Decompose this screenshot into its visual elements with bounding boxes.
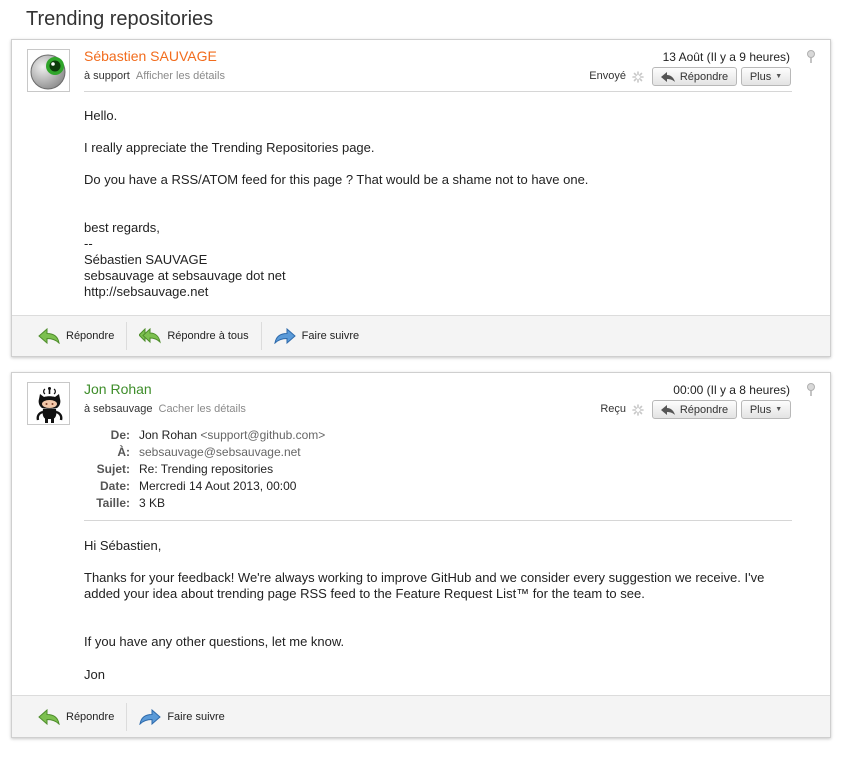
spinner-icon <box>632 404 644 416</box>
footer-reply-label: Répondre <box>66 330 115 342</box>
subject: Re: Trending repositories <box>139 462 274 476</box>
header-row-size: Taille: 3 KB <box>84 495 325 512</box>
reply-arrow-icon <box>660 71 675 82</box>
header-row-subject: Sujet: Re: Trending repositories <box>84 461 325 478</box>
reply-button-label: Répondre <box>679 70 729 83</box>
message-body: Hi Sébastien, Thanks for your feedback! … <box>84 538 784 683</box>
header-row-to: À: sebsauvage@sebsauvage.net <box>84 444 325 461</box>
more-button[interactable]: Plus ▼ <box>741 400 791 419</box>
body-line: Hello. <box>84 108 118 123</box>
message-actions: Répondre Faire suivre <box>12 695 830 737</box>
message-body: Hello. I really appreciate the Trending … <box>84 108 784 300</box>
message-date: 13 Août (Il y a 9 heures) <box>662 50 790 64</box>
recipient: à support <box>84 70 130 82</box>
body-line: Do you have a RSS/ATOM feed for this pag… <box>84 172 589 187</box>
message-date: 00:00 (Il y a 8 heures) <box>673 383 790 397</box>
status-label: Envoyé <box>589 70 626 82</box>
message-size: 3 KB <box>139 496 166 510</box>
footer-forward-button[interactable]: Faire suivre <box>260 322 371 350</box>
from-name: Jon Rohan <box>139 428 198 442</box>
sender-name[interactable]: Sébastien SAUVAGE <box>84 48 217 64</box>
forward-arrow-icon <box>273 328 296 344</box>
more-button[interactable]: Plus ▼ <box>741 67 791 86</box>
sender-name[interactable]: Jon Rohan <box>84 381 152 397</box>
forward-arrow-icon <box>139 708 162 725</box>
eye-ball-icon <box>30 54 66 90</box>
body-line: Hi Sébastien, <box>84 538 162 553</box>
footer-reply-button[interactable]: Répondre <box>26 703 126 731</box>
pin-icon[interactable] <box>806 383 816 397</box>
divider <box>84 91 792 92</box>
header-label: Date: <box>99 479 130 493</box>
more-button-label: Plus <box>749 70 772 83</box>
pin-icon[interactable] <box>806 50 816 64</box>
footer-reply-label: Répondre <box>66 710 115 723</box>
header-date: Mercredi 14 Aout 2013, 00:00 <box>139 479 297 493</box>
reply-button[interactable]: Répondre <box>652 400 737 419</box>
body-line[interactable]: http://sebsauvage.net <box>84 284 784 300</box>
header-label: À: <box>117 445 130 459</box>
octocat-icon <box>36 387 63 423</box>
message-headers: De: Jon Rohan <support@github.com> À: se… <box>84 427 325 512</box>
divider <box>84 520 792 521</box>
message-card: Sébastien SAUVAGE à support Afficher les … <box>11 39 831 357</box>
recipient-line: à support Afficher les détails <box>84 70 225 82</box>
body-line: Jon <box>84 667 105 682</box>
header-label: De: <box>110 428 130 442</box>
reply-button-label: Répondre <box>679 403 729 416</box>
reply-arrow-icon <box>38 328 60 344</box>
thread-title: Trending repositories <box>26 8 214 30</box>
body-line: Thanks for your feedback! We're always w… <box>84 570 765 601</box>
show-details-link[interactable]: Afficher les détails <box>136 70 225 82</box>
header-row-from: De: Jon Rohan <support@github.com> <box>84 427 326 444</box>
message-actions: Répondre Répondre à tous Faire suivre <box>12 315 830 356</box>
recipient-line: à sebsauvage Cacher les détails <box>84 403 246 415</box>
recipient: à sebsauvage <box>84 403 153 415</box>
chevron-down-icon: ▼ <box>775 73 783 80</box>
footer-forward-label: Faire suivre <box>167 710 225 723</box>
body-line: sebsauvage at sebsauvage dot net <box>84 268 286 283</box>
avatar[interactable] <box>27 49 70 92</box>
body-line: -- <box>84 236 93 251</box>
body-line: I really appreciate the Trending Reposit… <box>84 140 375 155</box>
footer-reply-all-button[interactable]: Répondre à tous <box>126 322 260 350</box>
body-line: If you have any other questions, let me … <box>84 634 345 649</box>
reply-button[interactable]: Répondre <box>652 67 737 86</box>
footer-forward-label: Faire suivre <box>301 330 360 342</box>
footer-forward-button[interactable]: Faire suivre <box>126 702 236 731</box>
header-label: Taille: <box>96 496 130 510</box>
reply-all-arrow-icon <box>139 328 162 344</box>
spinner-icon <box>632 71 644 83</box>
hide-details-link[interactable]: Cacher les détails <box>159 403 246 415</box>
body-line: best regards, <box>84 220 160 235</box>
more-button-label: Plus <box>749 403 772 416</box>
avatar[interactable] <box>27 382 70 425</box>
footer-reply-all-label: Répondre à tous <box>167 330 249 342</box>
reply-arrow-icon <box>38 708 60 725</box>
body-line: Sébastien SAUVAGE <box>84 252 208 267</box>
message-card: Jon Rohan à sebsauvage Cacher les détails… <box>11 372 831 738</box>
header-label: Sujet: <box>96 462 130 476</box>
status-label: Reçu <box>600 403 626 415</box>
chevron-down-icon: ▼ <box>775 406 783 413</box>
from-email: <support@github.com> <box>200 428 326 442</box>
to-address: sebsauvage@sebsauvage.net <box>139 445 301 459</box>
header-row-date: Date: Mercredi 14 Aout 2013, 00:00 <box>84 478 325 495</box>
footer-reply-button[interactable]: Répondre <box>26 322 126 350</box>
reply-arrow-icon <box>660 404 675 415</box>
